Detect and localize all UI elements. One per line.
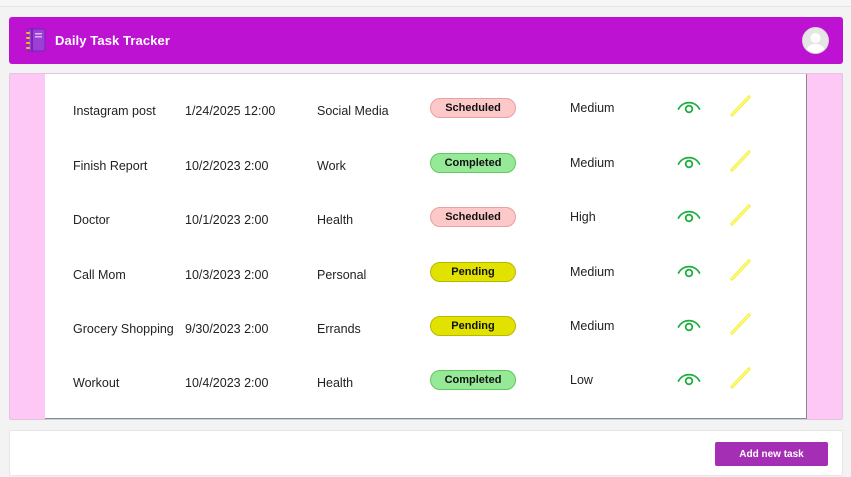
top-strip <box>0 0 851 7</box>
table-row: Grocery Shopping 9/30/2023 2:00 Errands Med… <box>45 311 805 354</box>
task-category: Social Media <box>317 104 389 118</box>
status-badge: Completed <box>430 153 516 173</box>
eye-icon[interactable] <box>676 258 702 284</box>
table-row: Workout 10/4/2023 2:00 Health Low Completed <box>45 365 805 408</box>
table-row: Call Mom 10/3/2023 2:00 Personal Medium Pend… <box>45 257 805 300</box>
task-priority: Medium <box>570 101 615 115</box>
header-bar: Daily Task Tracker <box>9 17 843 64</box>
notebook-icon <box>25 28 47 52</box>
task-date: 10/4/2023 2:00 <box>185 376 269 390</box>
task-name: Finish Report <box>73 159 148 173</box>
app-title: Daily Task Tracker <box>55 33 171 48</box>
table-row: Doctor 10/1/2023 2:00 Health High Scheduled <box>45 202 805 245</box>
task-category: Work <box>317 159 346 173</box>
task-name: Grocery Shopping <box>73 322 174 336</box>
task-category: Health <box>317 376 354 390</box>
task-priority: Medium <box>570 265 615 279</box>
add-task-button[interactable]: Add new task <box>715 442 828 466</box>
eye-icon[interactable] <box>676 203 702 229</box>
task-date: 9/30/2023 2:00 <box>185 322 269 336</box>
task-priority: High <box>570 210 596 224</box>
footer-bar: Add new task <box>9 430 843 476</box>
pencil-icon[interactable] <box>728 202 754 228</box>
task-priority: Low <box>570 373 593 387</box>
status-badge: Scheduled <box>430 207 516 227</box>
task-category: Health <box>317 213 354 227</box>
eye-icon[interactable] <box>676 94 702 120</box>
task-name: Doctor <box>73 213 110 227</box>
pencil-icon[interactable] <box>728 93 754 119</box>
task-priority: Medium <box>570 319 615 333</box>
eye-icon[interactable] <box>676 366 702 392</box>
pencil-icon[interactable] <box>728 311 754 337</box>
status-badge: Completed <box>430 370 516 390</box>
task-priority: Medium <box>570 156 615 170</box>
status-badge: Pending <box>430 316 516 336</box>
task-category: Personal <box>317 268 367 282</box>
eye-icon[interactable] <box>676 149 702 175</box>
app-window: Daily Task Tracker Instagram post 1/24/20… <box>0 0 851 477</box>
task-name: Call Mom <box>73 268 126 282</box>
table-row: Finish Report 10/2/2023 2:00 Work Medium Com… <box>45 148 805 191</box>
task-table: Instagram post 1/24/2025 12:00 Social Medi… <box>45 74 807 419</box>
status-badge: Scheduled <box>430 98 516 118</box>
task-name: Instagram post <box>73 104 156 118</box>
pencil-icon[interactable] <box>728 365 754 391</box>
task-category: Errands <box>317 322 361 336</box>
pencil-icon[interactable] <box>728 257 754 283</box>
pencil-icon[interactable] <box>728 148 754 174</box>
task-date: 1/24/2025 12:00 <box>185 104 276 118</box>
user-avatar-icon[interactable] <box>802 27 829 54</box>
eye-icon[interactable] <box>676 312 702 338</box>
task-name: Workout <box>73 376 120 390</box>
table-row: Instagram post 1/24/2025 12:00 Social Medi… <box>45 93 805 136</box>
task-date: 10/2/2023 2:00 <box>185 159 269 173</box>
task-panel: Instagram post 1/24/2025 12:00 Social Medi… <box>9 73 843 420</box>
task-date: 10/1/2023 2:00 <box>185 213 269 227</box>
status-badge: Pending <box>430 262 516 282</box>
task-date: 10/3/2023 2:00 <box>185 268 269 282</box>
